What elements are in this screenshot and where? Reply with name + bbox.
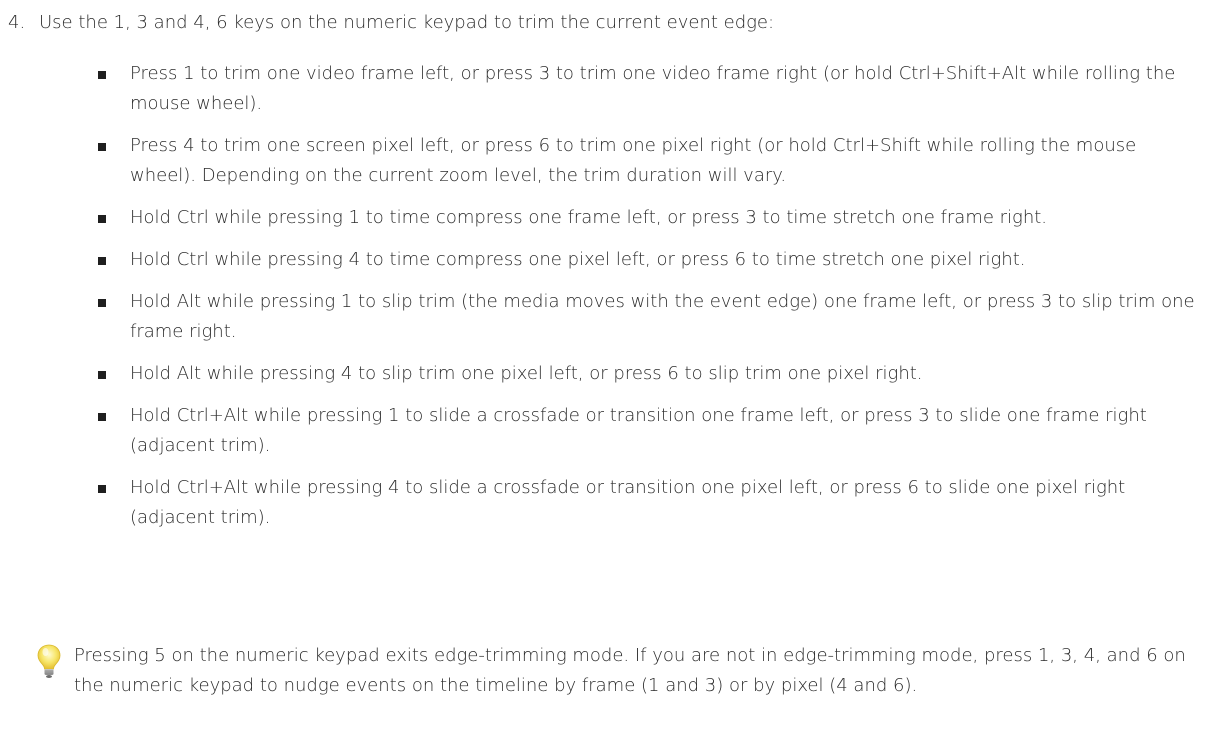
bullet-item: Hold Ctrl+Alt while pressing 1 to slide … <box>98 401 1202 461</box>
bullet-item: Hold Ctrl+Alt while pressing 4 to slide … <box>98 473 1202 533</box>
bullet-item: Hold Ctrl while pressing 1 to time compr… <box>98 203 1202 233</box>
bullet-text: Hold Ctrl while pressing 1 to time compr… <box>130 207 1048 228</box>
bullet-text: Hold Ctrl+Alt while pressing 4 to slide … <box>130 477 1126 528</box>
bullet-marker <box>98 143 106 151</box>
bullet-item: Hold Alt while pressing 4 to slip trim o… <box>98 359 1202 389</box>
bullet-marker <box>98 215 106 223</box>
bullet-text: Hold Ctrl while pressing 4 to time compr… <box>130 249 1026 270</box>
step-number: 4. <box>8 12 26 33</box>
bullet-marker <box>98 71 106 79</box>
bullet-item: Press 4 to trim one screen pixel left, o… <box>98 131 1202 191</box>
bullet-marker <box>98 485 106 493</box>
bullet-marker <box>98 257 106 265</box>
document-page: 4. Use the 1, 3 and 4, 6 keys on the nume… <box>0 0 1228 755</box>
bullet-item: Press 1 to trim one video frame left, or… <box>98 59 1202 119</box>
bullet-text: Press 4 to trim one screen pixel left, o… <box>130 135 1137 186</box>
step-item: 4. Use the 1, 3 and 4, 6 keys on the nume… <box>8 8 774 38</box>
bullet-text: Hold Alt while pressing 1 to slip trim (… <box>130 291 1195 342</box>
step-text: Use the 1, 3 and 4, 6 keys on the numeri… <box>39 12 775 33</box>
bullet-text: Hold Alt while pressing 4 to slip trim o… <box>130 363 923 384</box>
lightbulb-icon <box>34 643 64 679</box>
bullet-list: Press 1 to trim one video frame left, or… <box>98 59 1202 545</box>
bullet-item: Hold Alt while pressing 1 to slip trim (… <box>98 287 1202 347</box>
bullet-marker <box>98 413 106 421</box>
tip-note: Pressing 5 on the numeric keypad exits e… <box>34 641 1214 701</box>
bullet-text: Press 1 to trim one video frame left, or… <box>130 63 1176 114</box>
bullet-marker <box>98 299 106 307</box>
bullet-text: Hold Ctrl+Alt while pressing 1 to slide … <box>130 405 1147 456</box>
bullet-marker <box>98 371 106 379</box>
tip-text: Pressing 5 on the numeric keypad exits e… <box>74 645 1186 696</box>
bullet-item: Hold Ctrl while pressing 4 to time compr… <box>98 245 1202 275</box>
